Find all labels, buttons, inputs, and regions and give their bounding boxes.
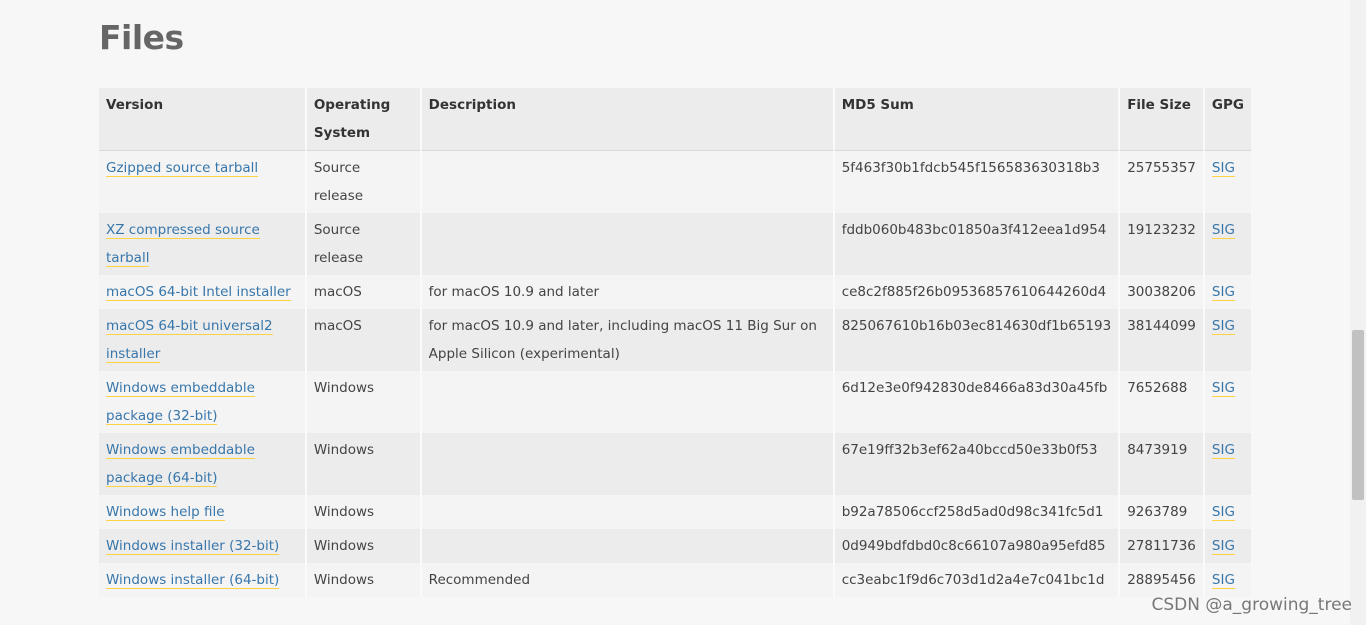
download-link[interactable]: macOS 64-bit universal2 installer — [106, 318, 273, 363]
scrollbar[interactable] — [1350, 0, 1366, 625]
header-description: Description — [421, 88, 835, 151]
cell-gpg: SIG — [1205, 495, 1251, 529]
cell-version: Windows embeddable package (64-bit) — [99, 433, 307, 495]
cell-version: Windows installer (32-bit) — [99, 529, 307, 563]
cell-version: macOS 64-bit universal2 installer — [99, 309, 307, 371]
table-header-row: Version Operating System Description MD5… — [99, 88, 1251, 151]
cell-description — [422, 371, 835, 433]
cell-version: Windows help file — [99, 495, 307, 529]
cell-md5-sum: 67e19ff32b3ef62a40bccd50e33b0f53 — [835, 433, 1121, 495]
table-row: macOS 64-bit Intel installer macOS for mac… — [99, 275, 1251, 309]
sig-link[interactable]: SIG — [1211, 380, 1235, 397]
cell-operating-system: macOS — [307, 275, 422, 309]
table-row: Windows embeddable package (64-bit) Windo… — [99, 433, 1251, 495]
cell-description: Recommended — [422, 563, 835, 597]
cell-version: macOS 64-bit Intel installer — [99, 275, 307, 309]
table-row: Windows help file Windows b92a78506ccf258d… — [99, 495, 1251, 529]
cell-operating-system: Windows — [307, 433, 422, 495]
header-version: Version — [99, 88, 307, 151]
cell-md5-sum: 825067610b16b03ec814630df1b65193 — [835, 309, 1121, 371]
table-row: Windows embeddable package (32-bit) Windo… — [99, 371, 1251, 433]
cell-file-size: 19123232 — [1120, 213, 1205, 275]
download-link[interactable]: macOS 64-bit Intel installer — [106, 284, 291, 301]
header-md5-sum: MD5 Sum — [834, 88, 1121, 151]
cell-operating-system: Source release — [307, 213, 422, 275]
cell-gpg: SIG — [1205, 529, 1251, 563]
cell-gpg: SIG — [1205, 275, 1251, 309]
sig-link[interactable]: SIG — [1211, 284, 1235, 301]
cell-description: for macOS 10.9 and later — [422, 275, 835, 309]
cell-description — [422, 213, 835, 275]
cell-file-size: 9263789 — [1120, 495, 1205, 529]
cell-version: Gzipped source tarball — [99, 151, 307, 213]
cell-gpg: SIG — [1205, 433, 1251, 495]
page-title: Files — [99, 18, 184, 57]
cell-md5-sum: cc3eabc1f9d6c703d1d2a4e7c041bc1d — [835, 563, 1121, 597]
watermark: CSDN @a_growing_tree — [1151, 595, 1353, 615]
cell-description — [422, 529, 835, 563]
cell-md5-sum: 6d12e3e0f942830de8466a83d30a45fb — [835, 371, 1121, 433]
cell-md5-sum: 0d949bdfdbd0c8c66107a980a95efd85 — [835, 529, 1121, 563]
cell-md5-sum: b92a78506ccf258d5ad0d98c341fc5d1 — [835, 495, 1121, 529]
table-row: Windows installer (32-bit) Windows 0d949bd… — [99, 529, 1251, 563]
download-link[interactable]: Windows embeddable package (64-bit) — [106, 442, 255, 487]
cell-file-size: 28895456 — [1120, 563, 1205, 597]
cell-operating-system: Windows — [307, 371, 422, 433]
header-gpg: GPG — [1204, 88, 1251, 151]
sig-link[interactable]: SIG — [1211, 504, 1235, 521]
cell-description: for macOS 10.9 and later, including macO… — [422, 309, 835, 371]
cell-operating-system: Windows — [307, 563, 422, 597]
sig-link[interactable]: SIG — [1211, 160, 1235, 177]
download-link[interactable]: XZ compressed source tarball — [106, 222, 260, 267]
table-row: XZ compressed source tarball Source relea… — [99, 213, 1251, 275]
download-link[interactable]: Windows embeddable package (32-bit) — [106, 380, 255, 425]
cell-file-size: 8473919 — [1120, 433, 1205, 495]
cell-file-size: 30038206 — [1120, 275, 1205, 309]
download-link[interactable]: Windows installer (64-bit) — [106, 572, 280, 589]
header-operating-system: Operating System — [306, 88, 422, 151]
cell-description — [422, 495, 835, 529]
cell-operating-system: Windows — [307, 495, 422, 529]
files-table: Version Operating System Description MD5… — [99, 88, 1251, 597]
table-row: macOS 64-bit universal2 installer macOS fo… — [99, 309, 1251, 371]
cell-description — [422, 151, 835, 213]
cell-md5-sum: 5f463f30b1fdcb545f156583630318b3 — [835, 151, 1121, 213]
cell-operating-system: Source release — [307, 151, 422, 213]
cell-md5-sum: fddb060b483bc01850a3f412eea1d954 — [835, 213, 1121, 275]
cell-md5-sum: ce8c2f885f26b09536857610644260d4 — [835, 275, 1121, 309]
cell-version: Windows installer (64-bit) — [99, 563, 307, 597]
header-file-size: File Size — [1120, 88, 1205, 151]
download-link[interactable]: Windows help file — [106, 504, 225, 521]
download-link[interactable]: Gzipped source tarball — [106, 160, 259, 177]
cell-file-size: 27811736 — [1120, 529, 1205, 563]
table-row: Windows installer (64-bit) Windows Recomme… — [99, 563, 1251, 597]
cell-file-size: 7652688 — [1120, 371, 1205, 433]
cell-file-size: 25755357 — [1120, 151, 1205, 213]
cell-version: XZ compressed source tarball — [99, 213, 307, 275]
cell-gpg: SIG — [1205, 309, 1251, 371]
sig-link[interactable]: SIG — [1211, 318, 1235, 335]
cell-description — [422, 433, 835, 495]
cell-file-size: 38144099 — [1120, 309, 1205, 371]
cell-gpg: SIG — [1205, 371, 1251, 433]
cell-gpg: SIG — [1205, 213, 1251, 275]
page: Files Version Operating System Descripti… — [0, 0, 1366, 625]
cell-version: Windows embeddable package (32-bit) — [99, 371, 307, 433]
table-row: Gzipped source tarball Source release 5f46… — [99, 151, 1251, 213]
scrollbar-thumb[interactable] — [1352, 330, 1364, 500]
download-link[interactable]: Windows installer (32-bit) — [106, 538, 280, 555]
cell-operating-system: Windows — [307, 529, 422, 563]
sig-link[interactable]: SIG — [1211, 442, 1235, 459]
sig-link[interactable]: SIG — [1211, 222, 1235, 239]
cell-gpg: SIG — [1205, 563, 1251, 597]
cell-operating-system: macOS — [307, 309, 422, 371]
sig-link[interactable]: SIG — [1211, 572, 1235, 589]
cell-gpg: SIG — [1205, 151, 1251, 213]
sig-link[interactable]: SIG — [1211, 538, 1235, 555]
